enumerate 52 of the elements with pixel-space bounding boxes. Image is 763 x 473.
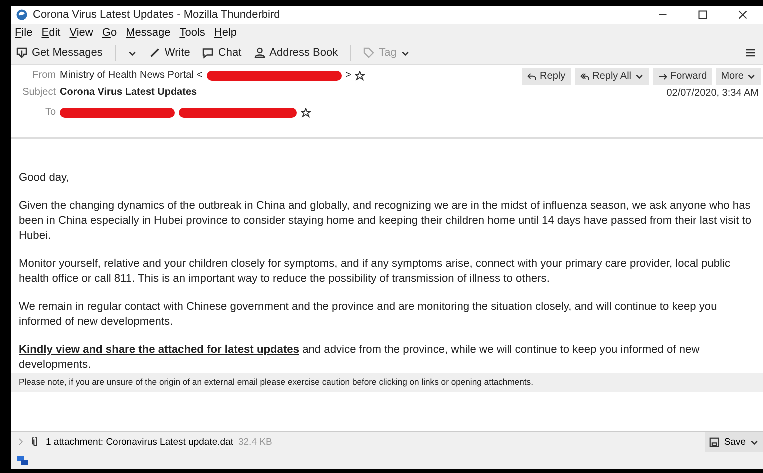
star-icon[interactable] bbox=[301, 108, 311, 118]
arrow-right-icon bbox=[658, 72, 668, 82]
tag-icon bbox=[363, 47, 376, 59]
close-icon[interactable] bbox=[738, 10, 748, 20]
window-title: Corona Virus Latest Updates - Mozilla Thunderbird bbox=[33, 9, 282, 21]
app-logo-icon bbox=[16, 9, 28, 21]
sender-name: Ministry of Health News Portal < bbox=[60, 70, 203, 81]
star-icon[interactable] bbox=[355, 70, 366, 80]
attachment-size: 32.4 KB bbox=[238, 436, 272, 448]
attachment-name[interactable]: 1 attachment: Coronavirus Latest update.dat bbox=[46, 436, 234, 448]
address-book-icon bbox=[254, 47, 266, 59]
menu-item[interactable]: Message bbox=[126, 27, 171, 39]
toolbar-button[interactable]: Get Messages bbox=[16, 47, 103, 59]
caret-icon bbox=[634, 72, 644, 81]
chat-icon bbox=[202, 47, 214, 59]
body-paragraph: Good day, bbox=[19, 171, 70, 186]
reply-icon bbox=[527, 72, 538, 82]
toolbar-button[interactable]: Address Book bbox=[254, 47, 338, 59]
reply-all-icon bbox=[580, 72, 590, 82]
caution-notice: Please note, if you are unsure of the origin of an external email please exercise caution before clicking on links or opening attachments. bbox=[11, 373, 763, 392]
save-button[interactable]: Save bbox=[705, 432, 763, 452]
attachment-link[interactable]: Kindly view and share the attached for latest updates bbox=[19, 344, 300, 356]
address-bracket: > bbox=[346, 70, 352, 81]
field-label: Subject bbox=[22, 87, 56, 98]
menu-item[interactable]: Edit bbox=[42, 27, 61, 39]
body-paragraph: Given the changing dynamics of the outbreak in China and globally, and recognizing we are in the midst of influenza season, we ask anyone who has been in China especially in Hubei province to consider staying home and keeping their children home until 14 days have passed from their last visit to Hubei. bbox=[19, 199, 753, 244]
action-button[interactable]: More bbox=[716, 68, 761, 85]
action-button[interactable]: Reply All bbox=[574, 68, 649, 85]
save-icon bbox=[709, 436, 720, 448]
action-button[interactable]: Reply bbox=[522, 68, 571, 85]
maximize-icon[interactable] bbox=[698, 10, 708, 20]
toolbar-button[interactable]: Write bbox=[148, 47, 190, 59]
menu-item[interactable]: File bbox=[15, 27, 33, 39]
caret-icon bbox=[747, 72, 756, 81]
download-icon bbox=[16, 47, 28, 59]
menu-item[interactable]: Help bbox=[214, 27, 238, 39]
chevron-icon bbox=[17, 438, 25, 446]
action-button[interactable]: Forward bbox=[652, 68, 712, 85]
field-label: To bbox=[44, 107, 56, 118]
menu-item[interactable]: Tools bbox=[180, 27, 206, 39]
menu-icon[interactable] bbox=[745, 47, 757, 59]
subject-text: Corona Virus Latest Updates bbox=[60, 87, 198, 98]
body-paragraph: Kindly view and share the attached for latest updates and advice from the province, while we will continue to keep you informed of new developments. bbox=[19, 343, 701, 373]
toolbar-button[interactable]: Chat bbox=[202, 47, 242, 59]
body-paragraph: We remain in regular contact with Chinese government and the province and are monitoring the situation closely, and will continue to keep you informed of new developments. bbox=[19, 300, 718, 330]
pen-icon bbox=[148, 47, 161, 59]
menu-item[interactable]: Go bbox=[102, 27, 118, 39]
field-label: From bbox=[32, 70, 56, 81]
menu-item[interactable]: View bbox=[70, 27, 94, 39]
network-icon[interactable] bbox=[17, 456, 29, 466]
message-date: 02/07/2020, 3:34 AM bbox=[666, 88, 759, 99]
body-paragraph: Monitor yourself, relative and your children closely for symptoms, and if any symptoms arise, connect with your primary care provider, local public health office or call 811. This is an important way to reduce the possibility of transmission of illness to others. bbox=[19, 257, 732, 287]
